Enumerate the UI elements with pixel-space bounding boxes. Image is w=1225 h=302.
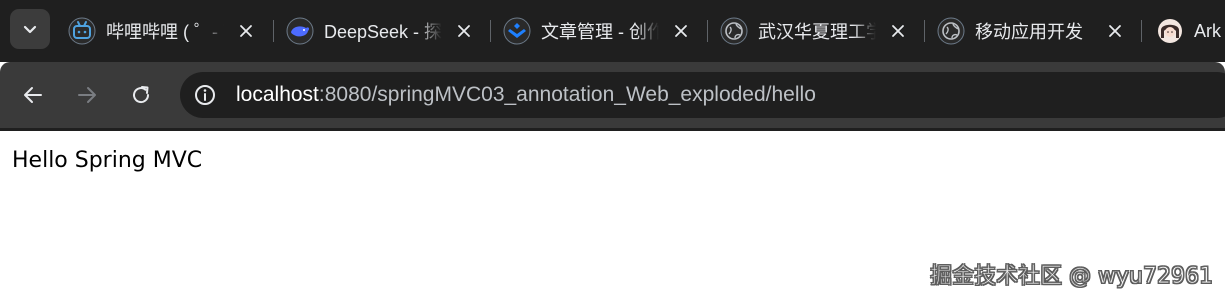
close-tab-icon[interactable] bbox=[671, 21, 691, 41]
tab-title: 哔哩哔哩 ( ゜- ゜)つロ 干杯~ bbox=[106, 22, 224, 42]
tab-wuhan-huaxia[interactable]: 武汉华夏理工学院 bbox=[712, 9, 918, 53]
page-content: Hello Spring MVC 掘金技术社区 @ wyu72961 bbox=[0, 131, 1225, 302]
address-bar[interactable]: localhost:8080/springMVC03_annotation_We… bbox=[180, 72, 1225, 118]
tab-article-management[interactable]: 文章管理 - 创作者中心 bbox=[495, 9, 701, 53]
reload-button[interactable] bbox=[125, 79, 157, 111]
tab-separator bbox=[490, 20, 491, 42]
chevron-down-icon bbox=[23, 25, 37, 34]
close-tab-icon[interactable] bbox=[888, 21, 908, 41]
arrow-right-icon bbox=[78, 87, 96, 103]
url-text[interactable]: localhost:8080/springMVC03_annotation_We… bbox=[236, 83, 816, 107]
tab-ark[interactable]: Ark bbox=[1148, 9, 1225, 53]
tab-deepseek[interactable]: DeepSeek - 探索未至之境 bbox=[278, 9, 484, 53]
tab-title: Ark bbox=[1194, 20, 1221, 41]
tab-separator bbox=[707, 20, 708, 42]
tab-mobile-app-dev[interactable]: 移动应用开发 bbox=[929, 9, 1135, 53]
page-body-text: Hello Spring MVC bbox=[12, 148, 203, 173]
juejin-icon bbox=[503, 17, 531, 45]
bilibili-icon bbox=[68, 17, 96, 45]
avatar-icon bbox=[1156, 17, 1184, 45]
tab-separator bbox=[1141, 20, 1142, 42]
tab-title: DeepSeek - 探索未至之境 bbox=[324, 22, 442, 42]
tab-title: 武汉华夏理工学院 bbox=[758, 22, 876, 42]
globe-icon bbox=[720, 17, 748, 45]
tab-bilibili[interactable]: 哔哩哔哩 ( ゜- ゜)つロ 干杯~ bbox=[60, 9, 266, 53]
url-path: :8080/springMVC03_annotation_Web_explode… bbox=[318, 83, 816, 106]
tab-title: 移动应用开发 bbox=[975, 22, 1083, 42]
tab-separator bbox=[924, 20, 925, 42]
browser-toolbar: localhost:8080/springMVC03_annotation_We… bbox=[0, 62, 1225, 128]
forward-button[interactable] bbox=[71, 79, 103, 111]
tab-separator bbox=[273, 20, 274, 42]
reload-icon bbox=[133, 86, 150, 104]
arrow-left-icon bbox=[24, 87, 42, 103]
globe-icon bbox=[937, 17, 965, 45]
tab-search-button[interactable] bbox=[10, 9, 50, 49]
close-tab-icon[interactable] bbox=[236, 21, 256, 41]
tab-strip: 哔哩哔哩 ( ゜- ゜)つロ 干杯~ DeepSeek - 探索未至之境 bbox=[0, 0, 1225, 62]
tab-title: 文章管理 - 创作者中心 bbox=[541, 22, 659, 42]
watermark-text: 掘金技术社区 @ wyu72961 bbox=[930, 264, 1214, 290]
url-host: localhost bbox=[236, 83, 319, 106]
browser-window: 哔哩哔哩 ( ゜- ゜)つロ 干杯~ DeepSeek - 探索未至之境 bbox=[0, 0, 1225, 302]
close-tab-icon[interactable] bbox=[454, 21, 474, 41]
close-tab-icon[interactable] bbox=[1105, 21, 1125, 41]
deepseek-whale-icon bbox=[286, 17, 314, 45]
back-button[interactable] bbox=[17, 79, 49, 111]
site-info-icon[interactable] bbox=[194, 84, 216, 106]
